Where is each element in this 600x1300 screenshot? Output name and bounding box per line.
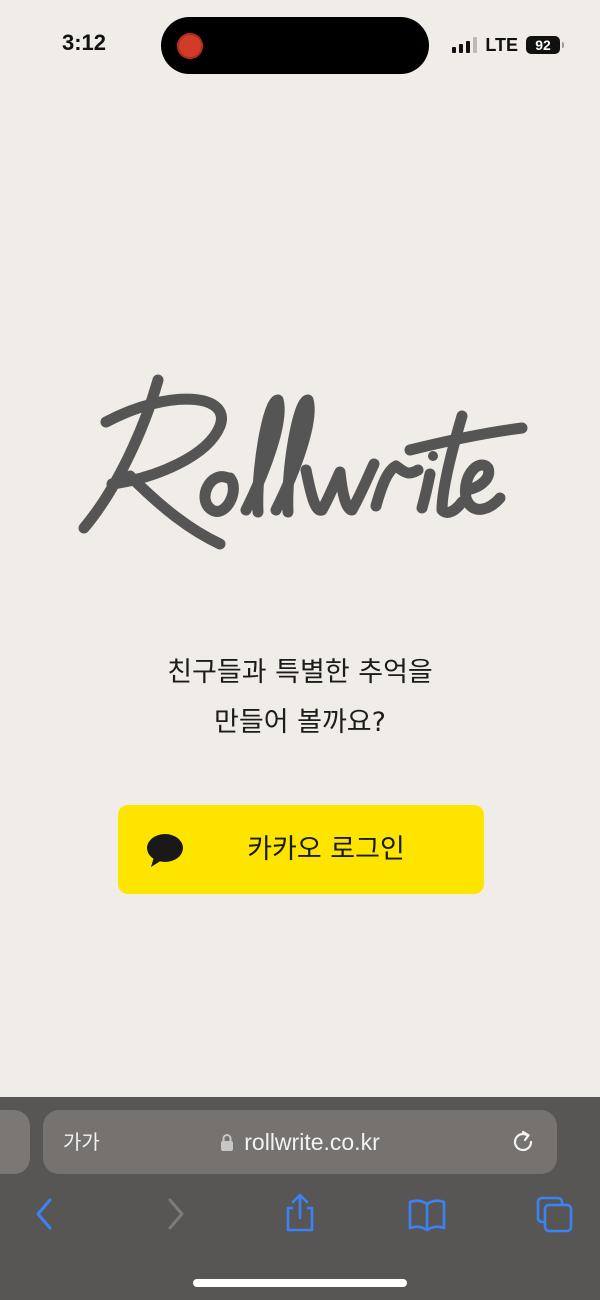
url-text: rollwrite.co.kr <box>244 1128 380 1155</box>
address-bar[interactable]: 가가 rollwrite.co.kr <box>43 1110 557 1174</box>
home-indicator[interactable] <box>193 1279 407 1287</box>
forward-icon[interactable] <box>152 1192 196 1236</box>
kakao-login-button[interactable]: 카카오 로그인 <box>118 805 484 894</box>
tagline: 친구들과 특별한 추억을 만들어 볼까요? <box>0 648 600 748</box>
screen-recording-icon <box>177 33 203 59</box>
signal-icon <box>452 37 478 53</box>
bookmarks-icon[interactable] <box>405 1192 449 1236</box>
status-bar: 3:12 LTE 92 <box>0 0 600 90</box>
url-display[interactable]: rollwrite.co.kr <box>43 1110 557 1174</box>
battery-icon: 92 <box>526 36 564 54</box>
status-time: 3:12 <box>62 30 107 55</box>
share-icon[interactable] <box>278 1192 322 1236</box>
reload-icon[interactable] <box>509 1128 537 1156</box>
back-icon[interactable] <box>24 1192 68 1236</box>
previous-tab-preview[interactable] <box>0 1110 30 1174</box>
tabs-icon[interactable] <box>532 1192 576 1236</box>
tagline-line-1: 친구들과 특별한 추억을 <box>167 657 433 688</box>
status-indicators: LTE 92 <box>452 34 564 56</box>
browser-toolbar <box>0 1192 600 1242</box>
tagline-line-2: 만들어 볼까요? <box>214 707 386 738</box>
network-type: LTE <box>485 34 518 55</box>
dynamic-island <box>161 17 429 74</box>
browser-bottom-bar: 가가 rollwrite.co.kr <box>0 1097 600 1300</box>
kakao-login-label: 카카오 로그인 <box>247 834 405 865</box>
lock-icon <box>221 1134 234 1151</box>
login-screen: 3:12 LTE 92 친구들과 특별한 추억을 만들어 볼까요? 카카오 로그… <box>0 0 600 1300</box>
rollwrite-logo <box>78 374 528 550</box>
